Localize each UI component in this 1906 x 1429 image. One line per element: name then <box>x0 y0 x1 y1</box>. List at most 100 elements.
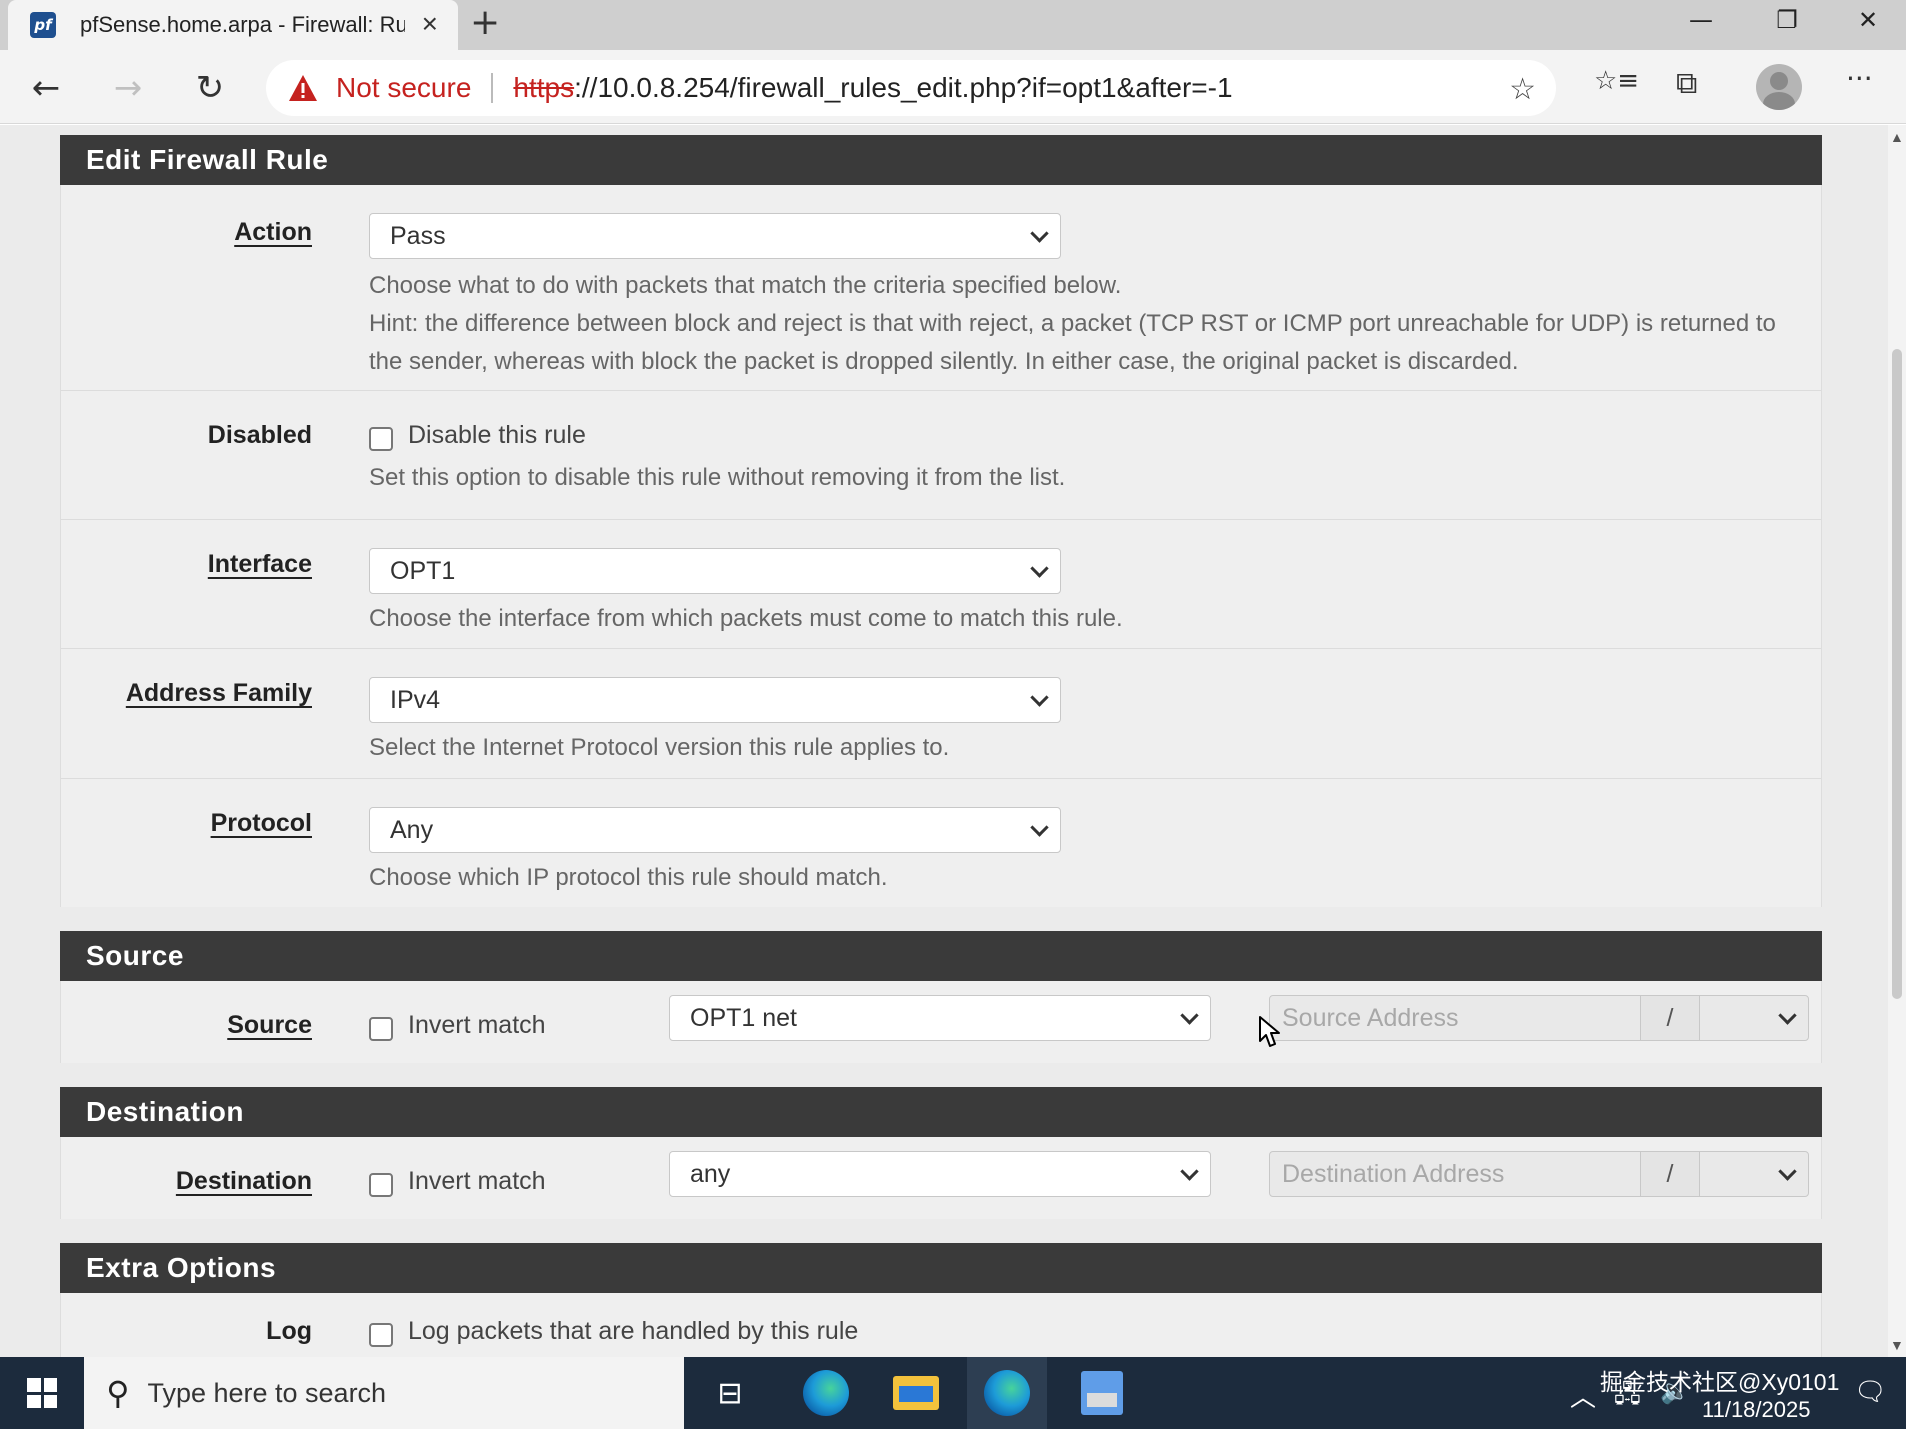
task-view-icon[interactable]: ⊟ <box>704 1367 756 1419</box>
chevron-down-icon <box>1028 225 1050 247</box>
windows-taskbar: ⚲ Type here to search ⊟ ︿ 🖧 🔈 掘金技术社区@Xy0… <box>0 1357 1906 1429</box>
edge-browser-active-icon[interactable] <box>981 1367 1033 1419</box>
chevron-down-icon <box>1028 819 1050 841</box>
windows-logo-icon <box>27 1378 57 1408</box>
chevron-down-icon <box>1178 1007 1200 1029</box>
interface-label[interactable]: Interface <box>208 550 312 579</box>
protocol-select[interactable]: Any <box>369 807 1061 853</box>
address-separator <box>491 73 494 103</box>
disable-rule-checkbox-label[interactable]: Disable this rule <box>408 421 586 450</box>
back-button[interactable]: ← <box>22 64 70 112</box>
extra-options-panel: Log Log packets that are handled by this… <box>60 1293 1822 1357</box>
chevron-down-icon <box>1028 560 1050 582</box>
source-label[interactable]: Source <box>227 1011 312 1040</box>
chevron-down-icon <box>1028 689 1050 711</box>
source-invert-checkbox[interactable] <box>369 1017 393 1041</box>
page-scrollbar[interactable]: ▲ ▼ <box>1888 125 1906 1357</box>
profile-avatar[interactable] <box>1756 64 1802 110</box>
favorite-star-icon[interactable]: ☆ <box>1509 72 1536 107</box>
notification-center-icon[interactable]: 🗨 <box>1854 1377 1887 1407</box>
destination-mask-separator: / <box>1640 1151 1700 1197</box>
destination-label[interactable]: Destination <box>176 1167 312 1196</box>
chevron-down-icon <box>1178 1163 1200 1185</box>
source-type-value: OPT1 net <box>690 1003 797 1032</box>
favorites-icon[interactable]: ☆≡ <box>1594 66 1639 96</box>
mouse-cursor-icon <box>1259 1016 1280 1047</box>
taskbar-search-box[interactable]: ⚲ Type here to search <box>84 1357 684 1429</box>
edit-firewall-rule-header: Edit Firewall Rule <box>60 135 1822 185</box>
browser-toolbar: ← → ↻ Not secure https ://10.0.8.254/fir… <box>0 50 1906 124</box>
address-family-select-value: IPv4 <box>390 685 441 714</box>
destination-panel: Destination Invert match any Destination… <box>60 1137 1822 1219</box>
address-family-select[interactable]: IPv4 <box>369 677 1061 723</box>
window-close-button[interactable]: ✕ <box>1830 0 1906 40</box>
warning-triangle-icon[interactable] <box>288 74 318 102</box>
interface-help-text: Choose the interface from which packets … <box>369 605 1123 632</box>
pfsense-favicon-icon: pf <box>30 12 56 38</box>
source-mask-separator: / <box>1640 995 1700 1041</box>
source-address-input[interactable]: Source Address <box>1269 995 1641 1041</box>
chevron-down-icon <box>1776 1007 1798 1029</box>
file-explorer-icon[interactable] <box>890 1367 942 1419</box>
log-label: Log <box>266 1317 312 1345</box>
chevron-down-icon <box>1776 1163 1798 1185</box>
edit-firewall-rule-panel: Action Pass Choose what to do with packe… <box>60 185 1822 907</box>
scroll-down-arrow-icon[interactable]: ▼ <box>1890 1337 1904 1353</box>
address-family-label[interactable]: Address Family <box>126 679 312 708</box>
disable-rule-checkbox[interactable] <box>369 427 393 451</box>
destination-header: Destination <box>60 1087 1822 1137</box>
destination-type-value: any <box>690 1159 731 1188</box>
interface-row: Interface OPT1 Choose the interface from… <box>61 520 1821 649</box>
reload-button[interactable]: ↻ <box>186 64 234 112</box>
clock-date[interactable]: 11/18/2025 <box>1702 1397 1810 1423</box>
tab-title: pfSense.home.arpa - Firewall: Ru <box>80 12 405 37</box>
protocol-row: Protocol Any Choose which IP protocol th… <box>61 779 1821 907</box>
destination-address-input[interactable]: Destination Address <box>1269 1151 1641 1197</box>
action-help-text: Choose what to do with packets that matc… <box>369 267 1789 381</box>
new-tab-button[interactable]: + <box>470 2 500 43</box>
interface-select[interactable]: OPT1 <box>369 548 1061 594</box>
collections-icon[interactable]: ⧉ <box>1676 66 1697 101</box>
address-family-row: Address Family IPv4 Select the Internet … <box>61 649 1821 779</box>
destination-invert-checkbox[interactable] <box>369 1173 393 1197</box>
destination-mask-select[interactable] <box>1699 1151 1809 1197</box>
address-bar[interactable]: Not secure https ://10.0.8.254/firewall_… <box>266 60 1556 116</box>
log-checkbox-label[interactable]: Log packets that are handled by this rul… <box>408 1317 858 1346</box>
scrollbar-thumb[interactable] <box>1892 349 1902 999</box>
url-scheme: https <box>513 72 575 103</box>
destination-type-select[interactable]: any <box>669 1151 1211 1197</box>
action-help-line: Choose what to do with packets that matc… <box>369 272 1122 299</box>
log-checkbox[interactable] <box>369 1323 393 1347</box>
tab-close-icon[interactable]: × <box>422 8 438 40</box>
source-panel: Source Invert match OPT1 net Source Addr… <box>60 981 1822 1063</box>
more-menu-icon[interactable]: ··· <box>1846 62 1873 95</box>
browser-tab[interactable]: pf pfSense.home.arpa - Firewall: Ru × <box>8 0 458 50</box>
protocol-select-value: Any <box>390 815 434 844</box>
action-select-value: Pass <box>390 221 446 250</box>
disabled-help-text: Set this option to disable this rule wit… <box>369 464 1066 491</box>
page-viewport: Edit Firewall Rule Action Pass Choose wh… <box>0 125 1888 1357</box>
interface-select-value: OPT1 <box>390 556 456 585</box>
scroll-up-arrow-icon[interactable]: ▲ <box>1890 129 1904 145</box>
taskbar-search-placeholder: Type here to search <box>147 1377 387 1408</box>
action-label[interactable]: Action <box>234 218 312 247</box>
tray-watermark-text: 掘金技术社区@Xy0101 <box>1600 1369 1840 1395</box>
edge-browser-icon[interactable] <box>800 1367 852 1419</box>
source-mask-select[interactable] <box>1699 995 1809 1041</box>
restore-button[interactable]: ❐ <box>1744 0 1830 40</box>
search-icon: ⚲ <box>106 1374 130 1412</box>
forward-button[interactable]: → <box>104 64 152 112</box>
tray-overflow-chevron-icon[interactable]: ︿ <box>1570 1377 1596 1414</box>
protocol-label[interactable]: Protocol <box>211 809 312 838</box>
action-hint-text: Hint: the difference between block and r… <box>369 310 1776 375</box>
not-secure-label[interactable]: Not secure <box>336 72 471 104</box>
destination-invert-label[interactable]: Invert match <box>408 1167 546 1196</box>
source-type-select[interactable]: OPT1 net <box>669 995 1211 1041</box>
minimize-button[interactable]: — <box>1658 0 1744 40</box>
remote-desktop-icon[interactable] <box>1076 1367 1128 1419</box>
action-select[interactable]: Pass <box>369 213 1061 259</box>
source-invert-label[interactable]: Invert match <box>408 1011 546 1040</box>
start-button[interactable] <box>0 1357 84 1429</box>
extra-options-header: Extra Options <box>60 1243 1822 1293</box>
address-family-help-text: Select the Internet Protocol version thi… <box>369 734 950 761</box>
